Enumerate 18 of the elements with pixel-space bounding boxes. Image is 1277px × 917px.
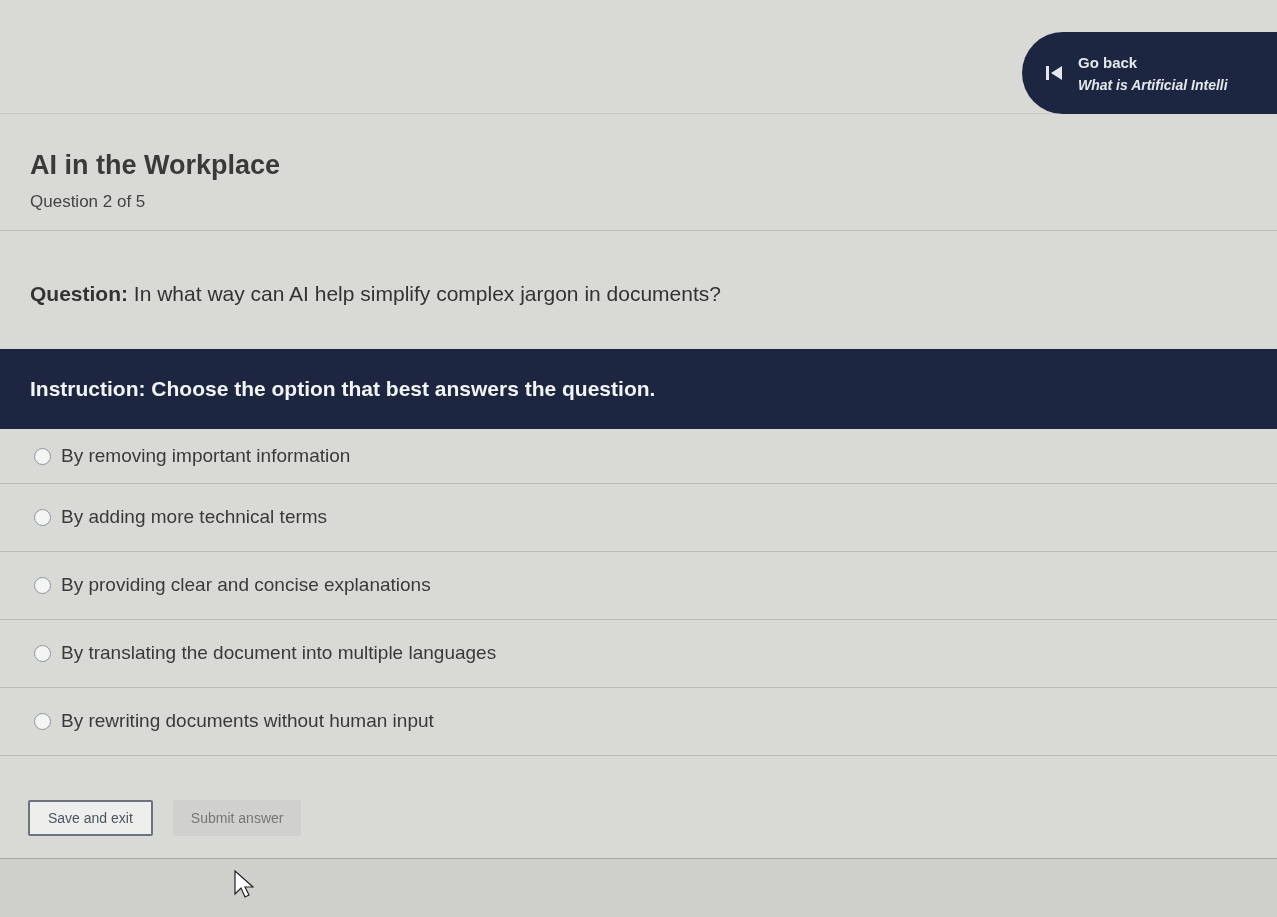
quiz-title: AI in the Workplace (30, 152, 281, 179)
radio-button[interactable] (34, 577, 51, 594)
radio-button[interactable] (34, 447, 51, 465)
option-label[interactable]: By providing clear and concise explanations (61, 571, 431, 600)
mouse-pointer-icon (234, 870, 254, 898)
option-label[interactable]: By translating the document into multiple languages (61, 639, 497, 668)
instruction-text: Instruction: Choose the option that best answers the question. (30, 376, 656, 403)
radio-button[interactable] (34, 645, 51, 662)
radio-button[interactable] (34, 713, 51, 730)
option-label[interactable]: By adding more technical terms (61, 503, 328, 532)
save-exit-button[interactable]: Save and exit (28, 800, 153, 836)
question-text: Question: In what way can AI help simplify complex jargon in documents? (30, 283, 721, 304)
radio-button[interactable] (34, 509, 51, 526)
go-back-button[interactable]: Go back What is Artificial Intelli (1022, 32, 1277, 114)
skip-back-icon (1046, 65, 1062, 81)
question-counter: Question 2 of 5 (30, 193, 146, 210)
option-label[interactable]: By removing important information (61, 441, 351, 471)
option-label[interactable]: By rewriting documents without human input (61, 707, 434, 736)
